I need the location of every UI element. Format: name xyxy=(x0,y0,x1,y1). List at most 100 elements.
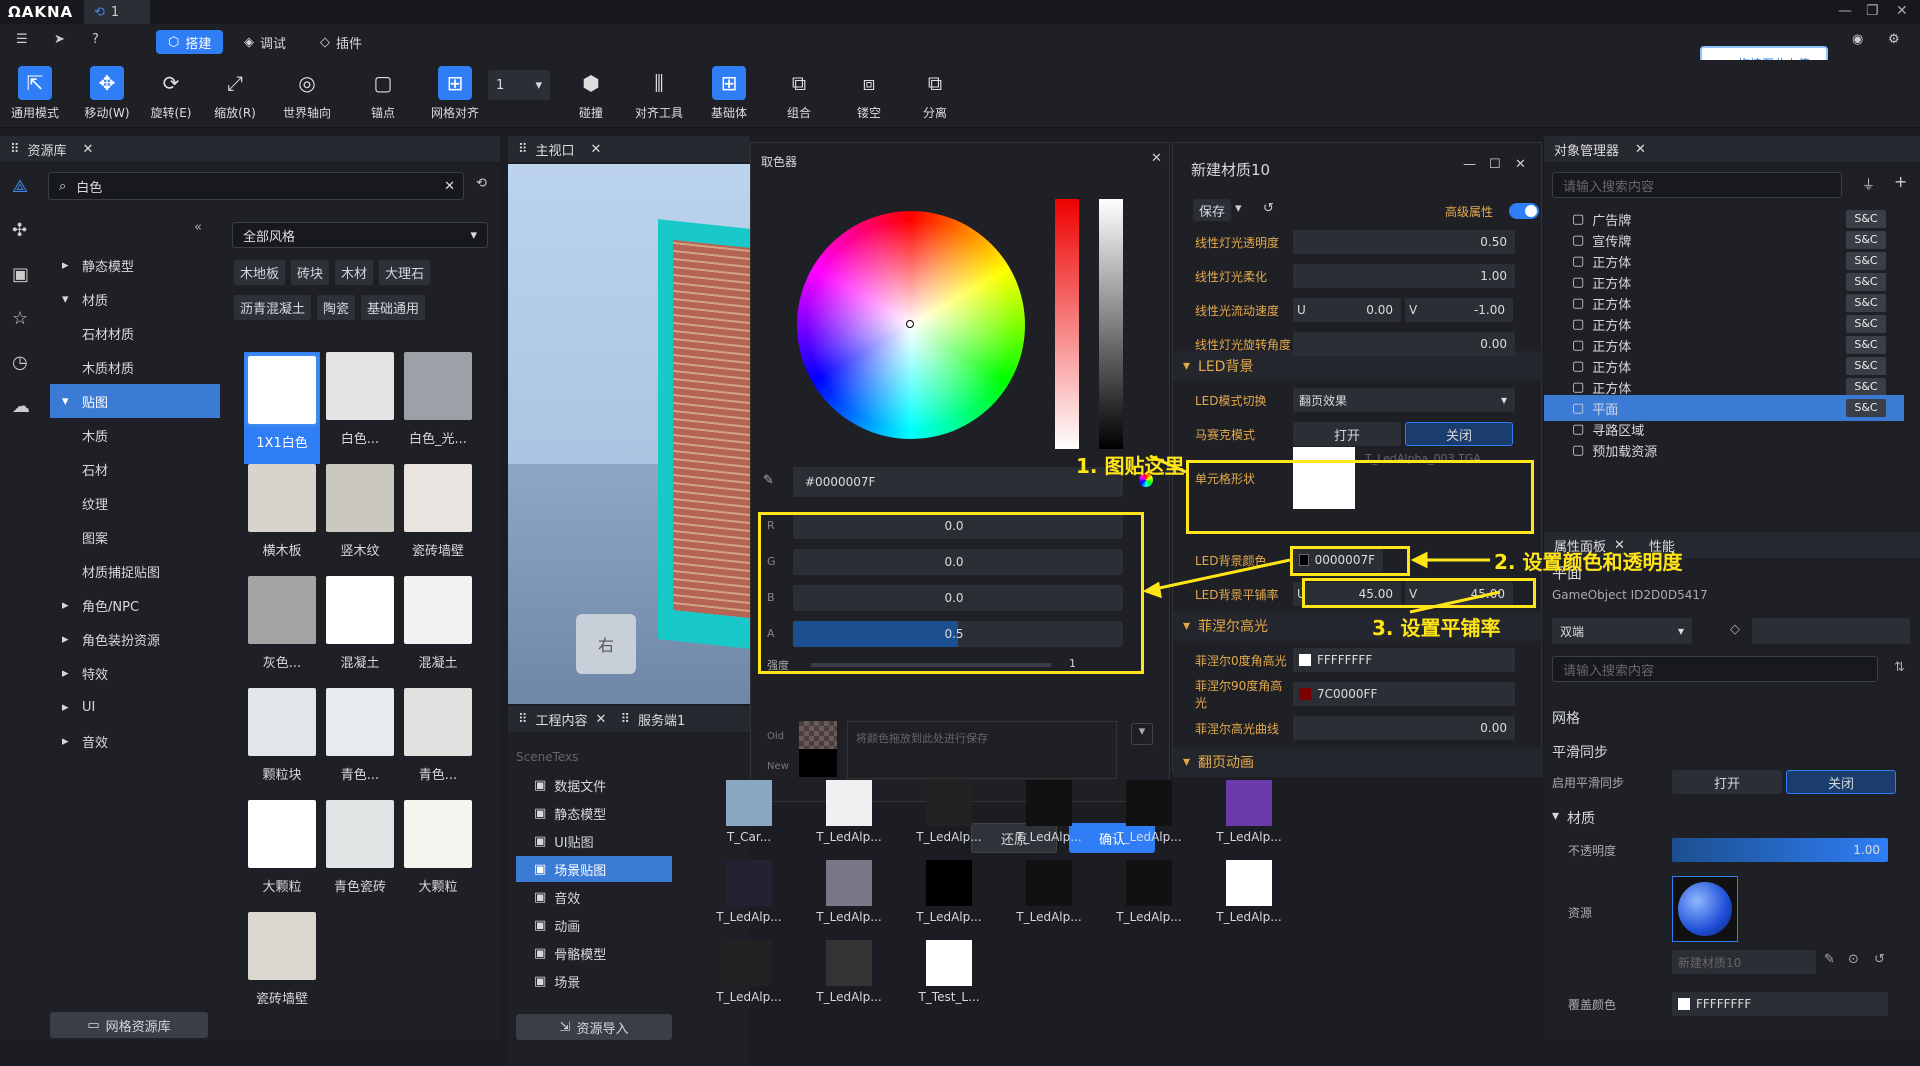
tree-item[interactable]: 图案 xyxy=(50,520,220,554)
import-button[interactable]: ⇲ 资源导入 xyxy=(516,1014,672,1040)
asset-item[interactable]: T_Test_L... xyxy=(904,940,994,1004)
tool-grid-snap[interactable]: ⊞ 网格对齐 xyxy=(420,66,490,121)
drag-handle-icon[interactable]: ⠿ xyxy=(518,142,528,157)
fresnel-curve-field[interactable]: 0.00 xyxy=(1293,716,1515,740)
flow-u-field[interactable]: U 0.00 xyxy=(1293,298,1401,322)
tool-cursor[interactable]: ⇱ 通用模式 xyxy=(0,66,70,121)
reset-icon[interactable]: ↺ xyxy=(1874,952,1885,967)
texture-thumb[interactable]: 瓷砖墙壁 xyxy=(244,912,320,1007)
tool-scale[interactable]: ⤢ 缩放(R) xyxy=(200,66,270,121)
close-icon[interactable]: ✕ xyxy=(596,712,607,727)
texture-thumb[interactable]: 颗粒块 xyxy=(244,688,320,783)
fresnel90-field[interactable]: 7C0000FF xyxy=(1293,682,1515,706)
mosaic-open-button[interactable]: 打开 xyxy=(1293,422,1401,446)
style-chip[interactable]: 陶瓷 xyxy=(317,295,356,320)
object-search-input[interactable]: 请输入搜索内容 xyxy=(1552,172,1842,198)
sort-icon[interactable]: ⇅ xyxy=(1894,660,1905,675)
property-search-input[interactable]: 请输入搜索内容 xyxy=(1552,656,1878,682)
sc-badge[interactable]: S&C xyxy=(1846,378,1886,396)
material-section[interactable]: ▾ 材质 xyxy=(1552,808,1595,828)
sc-badge[interactable]: S&C xyxy=(1846,399,1886,417)
tag-input[interactable] xyxy=(1752,618,1910,644)
asset-item[interactable]: T_LedAlp... xyxy=(1004,780,1094,844)
mode-plugin-button[interactable]: ◇ 插件 xyxy=(308,30,374,54)
drag-handle-icon[interactable]: ⠿ xyxy=(10,142,20,157)
style-chip[interactable]: 大理石 xyxy=(379,260,431,285)
document-tab[interactable]: ⟲ 1 xyxy=(84,0,150,24)
advanced-toggle[interactable] xyxy=(1509,203,1539,219)
asset-item[interactable]: T_LedAlp... xyxy=(1004,860,1094,924)
value-field[interactable]: 0.50 xyxy=(1293,230,1515,254)
asset-item[interactable]: T_LedAlp... xyxy=(704,860,794,924)
project-folder[interactable]: ▣ 骨骼模型 xyxy=(516,940,672,966)
tree-item[interactable]: 木质 xyxy=(50,418,220,452)
edit-icon[interactable]: ✎ xyxy=(1824,952,1835,967)
close-icon[interactable]: ✕ xyxy=(591,142,602,157)
hue-slider[interactable] xyxy=(1055,199,1079,449)
tree-item[interactable]: ▸ 角色/NPC xyxy=(50,588,220,622)
tree-item[interactable]: 木质材质 xyxy=(50,350,220,384)
texture-thumb[interactable]: 白色... xyxy=(322,352,398,447)
tree-item[interactable]: ▸ 音效 xyxy=(50,724,220,758)
style-chip[interactable]: 砖块 xyxy=(291,260,330,285)
sc-badge[interactable]: S&C xyxy=(1846,273,1886,291)
asset-item[interactable]: T_LedAlp... xyxy=(704,940,794,1004)
color-wheel[interactable] xyxy=(797,211,1025,439)
texture-thumb[interactable]: 白色_光... xyxy=(400,352,476,447)
main-viewport[interactable]: 右 xyxy=(508,164,750,704)
eye-icon[interactable]: ◉ xyxy=(1852,32,1863,47)
tree-item[interactable]: ▾ 材质 xyxy=(50,282,220,316)
settings-icon[interactable]: ⚙ xyxy=(1888,32,1900,47)
value-field[interactable]: 1.00 xyxy=(1293,264,1515,288)
maximize-icon[interactable]: ☐ xyxy=(1489,157,1501,172)
cover-color-field[interactable]: FFFFFFFF xyxy=(1672,992,1888,1016)
sc-badge[interactable]: S&C xyxy=(1846,252,1886,270)
hex-input[interactable]: #0000007F xyxy=(793,467,1123,497)
send-icon[interactable]: ➤ xyxy=(54,32,65,47)
project-folder[interactable]: ▣ 数据文件 xyxy=(516,772,672,798)
sc-badge[interactable]: S&C xyxy=(1846,315,1886,333)
orientation-cube[interactable]: 右 xyxy=(576,614,636,674)
drag-handle-icon[interactable]: ⠿ xyxy=(518,712,528,727)
texture-thumb[interactable]: 混凝土 xyxy=(400,576,476,671)
asset-item[interactable]: T_LedAlp... xyxy=(1104,860,1194,924)
save-button[interactable]: 保存 xyxy=(1193,199,1231,221)
object-item[interactable]: ▢ 预加载资源 xyxy=(1544,437,1904,463)
asset-item[interactable]: T_LedAlp... xyxy=(1204,860,1294,924)
style-chip[interactable]: 基础通用 xyxy=(361,295,426,320)
texture-thumb[interactable]: 青色... xyxy=(400,688,476,783)
collapse-icon[interactable]: « xyxy=(194,220,202,235)
opacity-slider[interactable]: 1.00 xyxy=(1672,838,1888,862)
project-folder[interactable]: ▣ 静态模型 xyxy=(516,800,672,826)
drag-handle-icon[interactable]: ⠿ xyxy=(620,712,630,727)
tool-split[interactable]: ⧉ 分离 xyxy=(900,66,970,121)
filter-icon[interactable]: ⏚ xyxy=(1862,174,1875,193)
style-filter-select[interactable]: 全部风格 ▾ xyxy=(232,222,488,248)
texture-thumb[interactable]: 大颗粒 xyxy=(244,800,320,895)
sc-badge[interactable]: S&C xyxy=(1846,210,1886,228)
tool-rotate[interactable]: ⟳ 旋转(E) xyxy=(136,66,206,121)
saved-colors-area[interactable]: 将颜色拖放到此处进行保存 xyxy=(847,721,1117,779)
asset-item[interactable]: T_Car... xyxy=(704,780,794,844)
chevron-down-icon[interactable]: ▾ xyxy=(1235,201,1242,216)
tool-hollow[interactable]: ⧈ 镂空 xyxy=(834,66,904,121)
material-name-field[interactable]: 新建材质10 xyxy=(1672,950,1816,974)
project-folder[interactable]: ▣ 动画 xyxy=(516,912,672,938)
shapes-icon[interactable]: ⟁ xyxy=(12,176,28,197)
star-icon[interactable]: ☆ xyxy=(12,308,28,329)
side-select[interactable]: 双端 ▾ xyxy=(1552,618,1692,644)
texture-thumb[interactable]: 竖木纹 xyxy=(322,464,398,559)
tree-item[interactable]: 材质捕捉贴图 xyxy=(50,554,220,588)
asset-item[interactable]: T_LedAlp... xyxy=(804,940,894,1004)
texture-thumb[interactable]: 青色瓷砖 xyxy=(322,800,398,895)
close-icon[interactable]: ✕ xyxy=(83,142,94,157)
components-icon[interactable]: ✣ xyxy=(12,220,27,241)
tag-icon[interactable]: ◇ xyxy=(1730,622,1740,637)
close-icon[interactable]: ✕ xyxy=(1515,157,1526,172)
color-wheel-cursor[interactable] xyxy=(906,320,914,328)
asset-item[interactable]: T_LedAlp... xyxy=(804,780,894,844)
sc-badge[interactable]: S&C xyxy=(1846,231,1886,249)
sc-badge[interactable]: S&C xyxy=(1846,294,1886,312)
tool-basic-shape[interactable]: ⊞ 基础体 xyxy=(694,66,764,121)
tool-combine[interactable]: ⧉ 组合 xyxy=(764,66,834,121)
